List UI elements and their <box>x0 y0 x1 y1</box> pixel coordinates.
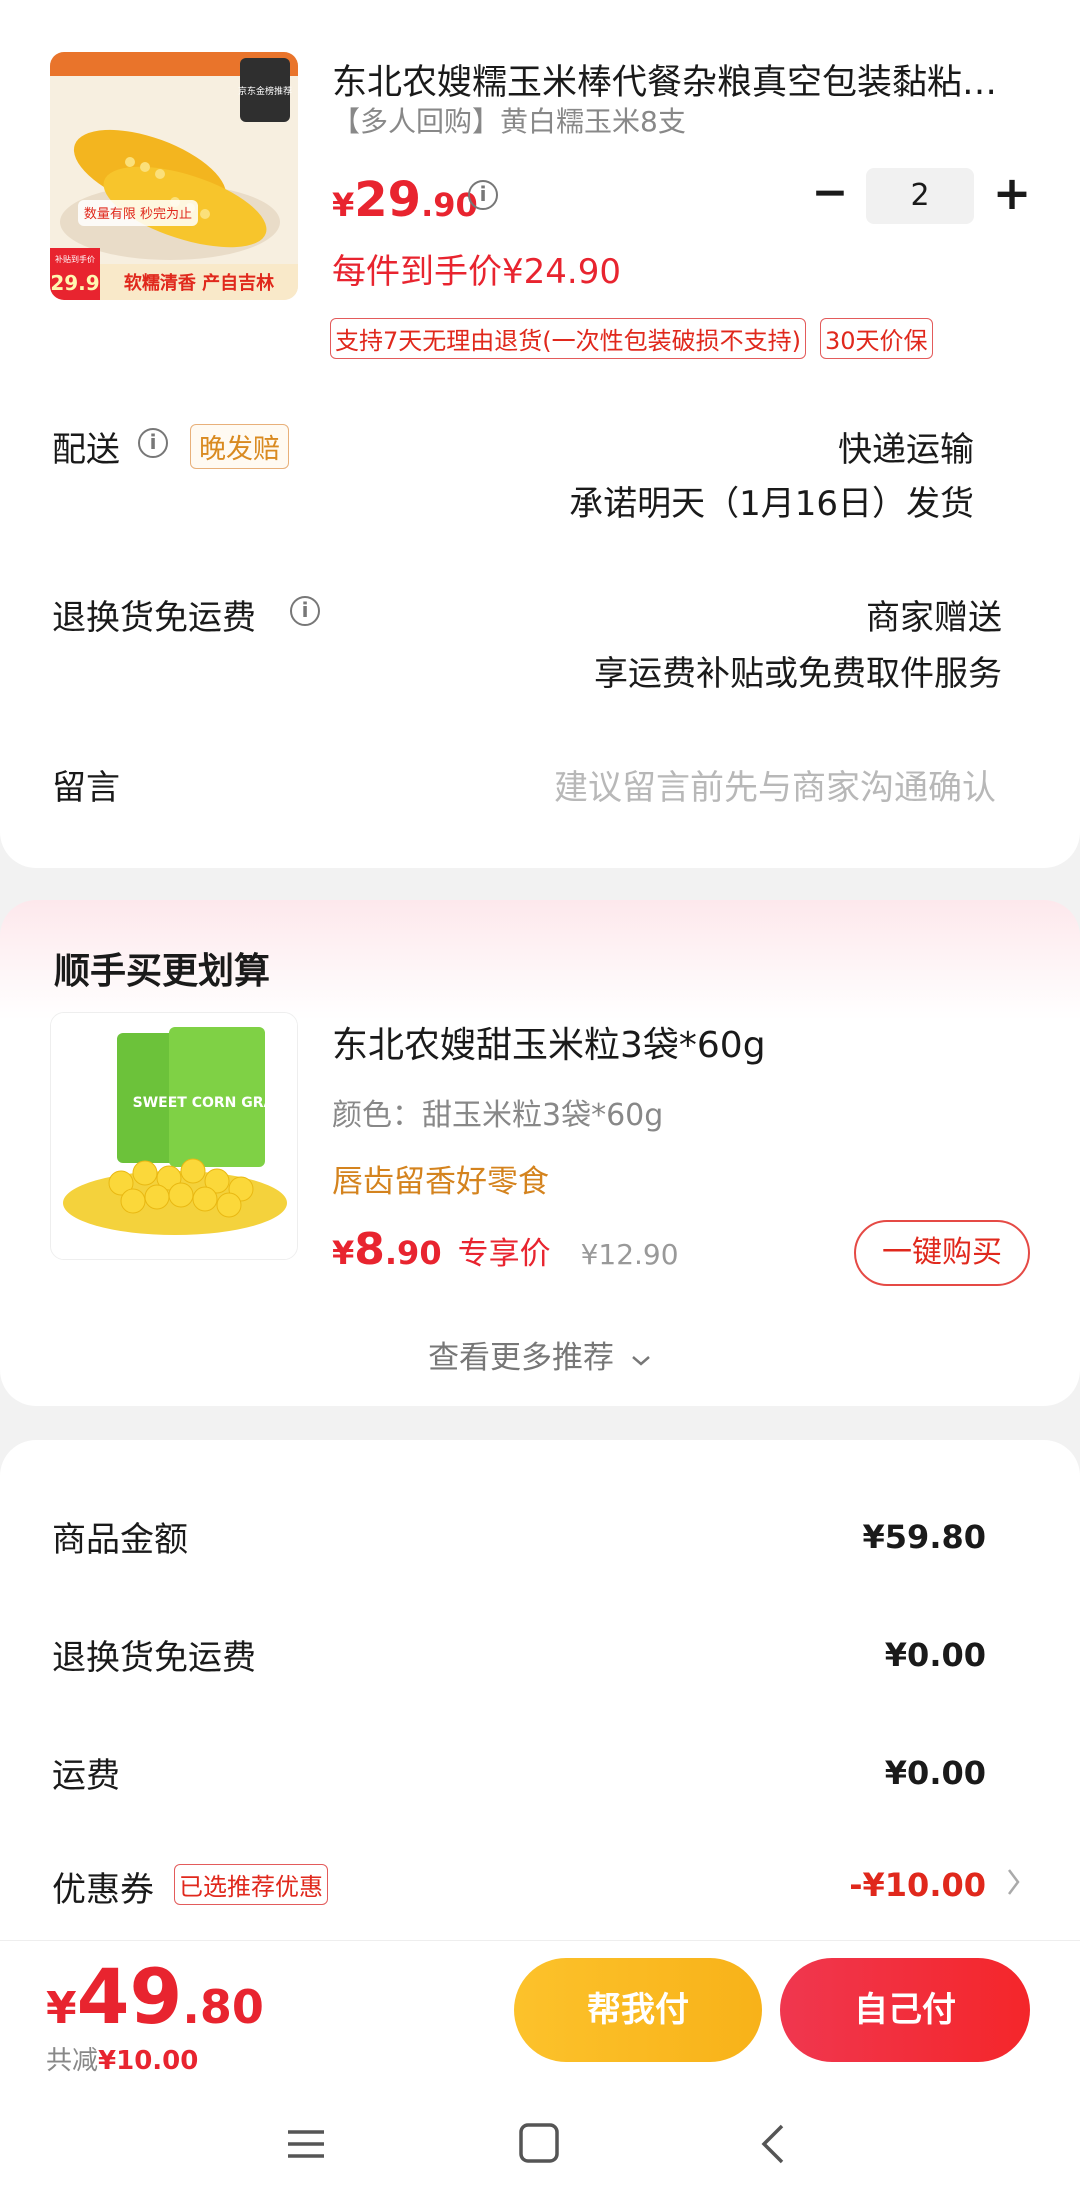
pay-myself-button[interactable]: 自己付 <box>780 1958 1030 2062</box>
coupon-recommend-tag: 已选推荐优惠 <box>174 1864 328 1905</box>
recommend-section-title: 顺手买更划算 <box>54 951 271 992</box>
per-item-price: 每件到手价¥24.90 <box>332 252 621 292</box>
menu-icon[interactable] <box>286 2124 326 2168</box>
total-currency: ¥ <box>46 1983 77 2034</box>
recommend-price-integer: 8 <box>354 1224 385 1275</box>
chevron-right-icon[interactable] <box>1006 1866 1022 1902</box>
total-price: ¥49.80 <box>46 1952 264 2041</box>
shipping-value: ¥0.00 <box>884 1754 986 1792</box>
exclusive-price-label: 专享价 <box>457 1236 551 1272</box>
one-click-buy-button[interactable]: 一键购买 <box>854 1220 1030 1286</box>
shipping-label: 运费 <box>52 1756 120 1796</box>
total-decimal: .80 <box>182 1980 264 2034</box>
return-shipping-label: 退换货免运费 <box>52 598 256 638</box>
coupon-value[interactable]: -¥10.00 <box>849 1866 986 1904</box>
delivery-promise: 承诺明天（1月16日）发货 <box>569 484 974 524</box>
recommend-product-image[interactable]: SWEET CORN GRAINS <box>50 1012 298 1260</box>
return-info-icon[interactable]: i <box>290 596 320 626</box>
product-price: ¥29.90 <box>332 172 478 228</box>
price-integer: 29 <box>354 172 422 228</box>
recommend-product-slogan: 唇齿留香好零食 <box>332 1164 549 1200</box>
late-compensation-tag: 晚发赔 <box>190 424 289 469</box>
goods-amount-value: ¥59.80 <box>862 1518 986 1556</box>
svg-text:软糯清香 产自吉林: 软糯清香 产自吉林 <box>124 272 274 294</box>
product-title[interactable]: 东北农嫂糯玉米棒代餐杂粮真空包装黏粘… <box>332 54 1032 105</box>
quantity-input[interactable]: 2 <box>866 168 974 224</box>
saved-prefix: 共减 <box>46 2046 99 2076</box>
home-icon[interactable] <box>518 2122 560 2168</box>
service-tags: 支持7天无理由退货(一次性包装破损不支持) 30天价保 <box>330 318 933 359</box>
svg-text:补贴到手价: 补贴到手价 <box>55 254 95 264</box>
total-saved: 共减¥10.00 <box>46 2040 198 2077</box>
help-me-pay-button[interactable]: 帮我付 <box>514 1958 762 2062</box>
product-image[interactable]: 京东金榜推荐 数量有限 秒完为止 补贴到手价 29.9 软糯清香 产自吉林 <box>50 52 298 300</box>
recommend-product-title[interactable]: 东北农嫂甜玉米粒3袋*60g <box>332 1016 766 1068</box>
back-icon[interactable] <box>758 2122 786 2170</box>
coupon-label: 优惠券 <box>52 1870 154 1910</box>
delivery-info-icon[interactable]: i <box>138 428 168 458</box>
return-shipping-value: 商家赠送 <box>866 598 1002 638</box>
price-currency: ¥ <box>332 186 355 224</box>
delivery-method[interactable]: 快递运输 <box>838 422 974 471</box>
chevron-down-icon <box>630 1340 652 1376</box>
svg-text:29.9: 29.9 <box>50 271 99 295</box>
price-protect-tag: 30天价保 <box>820 318 933 359</box>
quantity-increase-button[interactable]: + <box>990 170 1034 222</box>
return-fee-value: ¥0.00 <box>884 1636 986 1674</box>
recommend-product-price: ¥8.90 专享价 ¥12.90 <box>332 1224 679 1275</box>
recommend-price-decimal: .90 <box>384 1234 442 1272</box>
goods-amount-label: 商品金额 <box>52 1520 188 1560</box>
quantity-decrease-button[interactable]: − <box>810 170 850 222</box>
return-shipping-desc: 享运费补贴或免费取件服务 <box>594 654 1002 694</box>
delivery-label: 配送 <box>52 430 120 470</box>
recommend-product-spec: 颜色：甜玉米粒3袋*60g <box>332 1098 664 1133</box>
recommend-price-currency: ¥ <box>332 1234 355 1272</box>
svg-text:数量有限 秒完为止: 数量有限 秒完为止 <box>84 207 192 222</box>
original-price: ¥12.90 <box>580 1238 679 1271</box>
price-info-icon[interactable]: i <box>468 180 498 210</box>
view-more-label: 查看更多推荐 <box>428 1340 615 1376</box>
message-label: 留言 <box>52 768 120 808</box>
message-input[interactable]: 建议留言前先与商家沟通确认 <box>554 760 996 809</box>
product-subtitle: 【多人回购】黄白糯玉米8支 <box>332 105 686 138</box>
return-fee-label: 退换货免运费 <box>52 1638 256 1678</box>
svg-text:SWEET CORN GRAINS: SWEET CORN GRAINS <box>133 1095 298 1111</box>
total-integer: 49 <box>76 1952 183 2041</box>
saved-value: ¥10.00 <box>98 2046 199 2076</box>
view-more-recommendations[interactable]: 查看更多推荐 <box>0 1332 1080 1377</box>
svg-text:京东金榜推荐: 京东金榜推荐 <box>238 85 292 97</box>
return-policy-tag: 支持7天无理由退货(一次性包装破损不支持) <box>330 318 806 359</box>
